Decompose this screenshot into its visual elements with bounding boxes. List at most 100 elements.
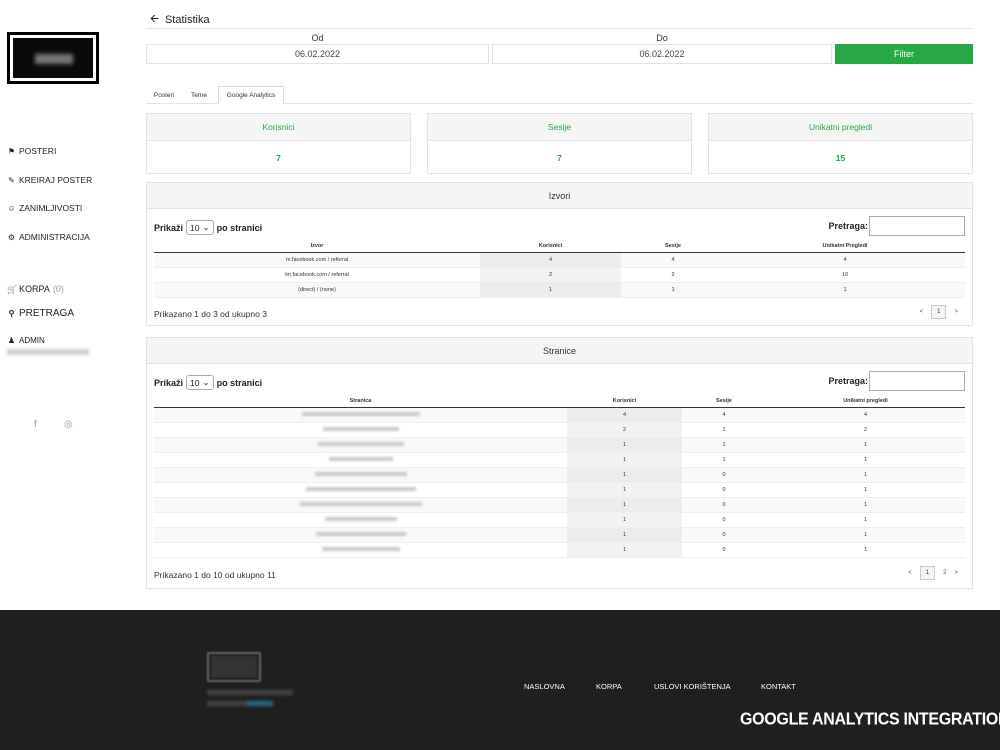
tab-posteri[interactable]: Posteri xyxy=(150,86,178,104)
column-header[interactable]: Unikatni pregledi xyxy=(766,395,965,408)
chevron-down-icon: ⌄ xyxy=(202,222,210,232)
table-row: 101 xyxy=(154,467,965,483)
table-info: Prikazano 1 do 3 od ukupno 3 xyxy=(154,309,267,319)
table-cell-redacted xyxy=(154,437,567,453)
facebook-icon[interactable]: f xyxy=(34,419,37,430)
table-cell-redacted xyxy=(154,527,567,543)
table-cell: (direct) / (none) xyxy=(154,282,480,298)
table-cell: m.facebook.com / referral xyxy=(154,252,480,268)
sidebar-item-pretraga[interactable]: ⚲ PRETRAGA xyxy=(7,308,74,319)
column-header[interactable]: Unikatni Pregledi xyxy=(725,240,965,253)
tab-google-analytics[interactable]: Google Analytics xyxy=(218,86,284,104)
table-cell: 4 xyxy=(725,252,965,268)
footer-link-korpa[interactable]: KORPA xyxy=(596,682,622,691)
filter-button[interactable]: Filter xyxy=(835,44,973,64)
footer-link-uslovi[interactable]: USLOVI KORIŠTENJA xyxy=(654,682,731,691)
table-cell: 2 xyxy=(480,267,621,283)
panel-title: Stranice xyxy=(147,338,972,364)
stat-card-korisnici: Korisnici 7 xyxy=(146,113,411,174)
pagination-page[interactable]: 2 xyxy=(943,570,946,576)
sidebar: ⚑ POSTERI ✎ KREIRAJ POSTER ☺ ZANIMLJIVOS… xyxy=(0,0,140,610)
pencil-icon: ✎ xyxy=(8,175,15,185)
page-size-select[interactable]: 10 ⌄ xyxy=(186,220,214,235)
tag-icon: ⚑ xyxy=(7,146,16,156)
sidebar-item-label: POSTERI xyxy=(19,146,57,156)
table-cell: 4 xyxy=(621,252,725,268)
table-cell: 1 xyxy=(682,422,766,438)
table-cell: 1 xyxy=(567,512,682,528)
table-cell: 1 xyxy=(725,282,965,298)
table-cell: 0 xyxy=(682,497,766,513)
table-cell: 2 xyxy=(567,422,682,438)
search-icon: ⚲ xyxy=(8,309,15,318)
table-cell: 1 xyxy=(766,542,965,558)
table-cell: 0 xyxy=(682,512,766,528)
search-label: Pretraga: xyxy=(828,376,868,386)
table-cell: 0 xyxy=(682,482,766,498)
sidebar-item-administracija[interactable]: ⚙ ADMINISTRACIJA xyxy=(7,232,90,242)
table-cell: 0 xyxy=(682,527,766,543)
table-cell: 1 xyxy=(567,482,682,498)
pages-table: Stranica Korisnici Sesije Unikatni pregl… xyxy=(154,395,965,558)
footer-link-naslovna[interactable]: NASLOVNA xyxy=(524,682,565,691)
column-header[interactable]: Sesije xyxy=(621,240,725,253)
site-logo[interactable] xyxy=(7,32,99,84)
table-cell: 1 xyxy=(567,437,682,453)
pagination-next[interactable]: > xyxy=(954,309,958,315)
sidebar-item-posteri[interactable]: ⚑ POSTERI xyxy=(7,146,56,156)
table-cell-redacted xyxy=(154,452,567,468)
pagination-next[interactable]: > xyxy=(954,570,958,576)
tab-teme[interactable]: Teme xyxy=(187,86,211,104)
footer-text-redacted xyxy=(207,701,273,706)
sidebar-item-admin[interactable]: ♟ ADMIN xyxy=(7,336,45,345)
stat-label: Korisnici xyxy=(147,114,410,141)
table-row: 101 xyxy=(154,497,965,513)
pages-panel: Stranice Prikaži 10 ⌄ po stranici Pretrag… xyxy=(146,337,973,589)
pagination-page[interactable]: 1 xyxy=(919,566,936,580)
pagination-prev[interactable]: < xyxy=(920,309,924,315)
table-row: (direct) / (none) 1 1 1 xyxy=(154,282,965,298)
search-input[interactable] xyxy=(869,371,965,391)
from-date-input[interactable]: 06.02.2022 xyxy=(146,44,489,64)
sidebar-item-korpa[interactable]: 🛒 KORPA (0) xyxy=(7,284,64,294)
instagram-icon[interactable]: ◎ xyxy=(64,419,73,430)
table-row: lm.facebook.com / referral 2 2 10 xyxy=(154,267,965,283)
column-header[interactable]: Korisnici xyxy=(567,395,682,408)
show-prefix: Prikaži xyxy=(154,222,184,233)
stat-card-unikatni-pregledi: Unikatni pregledi 15 xyxy=(708,113,973,174)
search-label: Pretraga: xyxy=(828,221,868,231)
pagination: < 1 2 > xyxy=(908,566,958,580)
table-row: 444 xyxy=(154,407,965,423)
show-suffix: po stranici xyxy=(216,377,263,388)
to-date-input[interactable]: 06.02.2022 xyxy=(492,44,832,64)
table-cell-redacted xyxy=(154,512,567,528)
column-header[interactable]: Korisnici xyxy=(480,240,621,253)
column-header[interactable]: Stranica xyxy=(154,395,567,408)
footer-logo[interactable] xyxy=(207,652,261,682)
search-input[interactable] xyxy=(869,216,965,236)
sidebar-item-kreiraj-poster[interactable]: ✎ KREIRAJ POSTER xyxy=(7,175,92,185)
table-cell: 1 xyxy=(621,282,725,298)
page-header: 🡨 Statistika xyxy=(150,10,210,29)
page-size-select[interactable]: 10 ⌄ xyxy=(186,375,214,390)
sidebar-item-zanimljivosti[interactable]: ☺ ZANIMLJIVOSTI xyxy=(7,203,82,213)
table-row: 101 xyxy=(154,482,965,498)
page-size-value: 10 xyxy=(190,222,200,233)
footer-link-kontakt[interactable]: KONTAKT xyxy=(761,682,796,691)
cart-count: (0) xyxy=(52,284,64,294)
smile-icon: ☺ xyxy=(7,203,16,213)
table-cell: 2 xyxy=(621,267,725,283)
pagination-prev[interactable]: < xyxy=(908,570,912,576)
show-prefix: Prikaži xyxy=(154,377,184,388)
table-cell: 1 xyxy=(766,452,965,468)
gears-icon: ⚙ xyxy=(7,232,16,242)
page-size-value: 10 xyxy=(190,377,200,388)
sidebar-item-label: ADMINISTRACIJA xyxy=(19,232,90,242)
pagination-page[interactable]: 1 xyxy=(931,305,947,319)
table-cell-redacted xyxy=(154,542,567,558)
column-header[interactable]: Izvor xyxy=(154,240,480,253)
column-header[interactable]: Sesije xyxy=(682,395,766,408)
arrow-left-icon[interactable]: 🡨 xyxy=(150,10,159,29)
cart-label: KORPA xyxy=(19,284,50,294)
cart-icon: 🛒 xyxy=(7,284,17,294)
